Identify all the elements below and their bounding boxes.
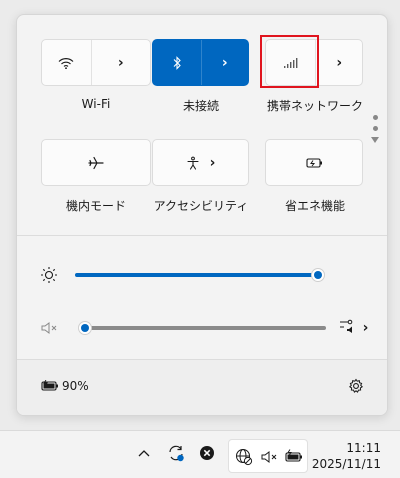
clock-date: 2025/11/11 — [311, 457, 381, 471]
wifi-expand-button[interactable]: › — [92, 40, 150, 85]
wifi-toggle[interactable] — [42, 40, 91, 85]
taskbar: 11:11 2025/11/11 — [0, 430, 400, 478]
footer-divider — [17, 359, 387, 360]
bluetooth-toggle[interactable] — [153, 40, 201, 85]
chevron-right-icon: › — [209, 154, 216, 171]
gear-icon[interactable] — [347, 377, 365, 395]
quick-settings-panel: › Wi-Fi › 未接続 › 携帯ネットワーク 機内モード › アクセシビリテ… — [16, 14, 388, 416]
page-dot-icon — [372, 126, 378, 131]
sync-icon[interactable] — [166, 443, 186, 463]
wifi-icon — [58, 57, 74, 69]
battery-saver-label: 省エネ機能 — [284, 199, 345, 213]
network-icon — [234, 447, 254, 467]
chevron-right-icon: › — [221, 54, 228, 71]
battery-charging-icon — [41, 380, 59, 392]
battery-charging-icon — [283, 448, 305, 464]
volume-slider-thumb[interactable] — [78, 321, 92, 335]
close-circle-icon[interactable] — [198, 444, 216, 462]
battery-saver-icon — [305, 157, 323, 169]
clock-time: 11:11 — [346, 441, 381, 455]
wifi-label: Wi-Fi — [81, 97, 111, 111]
accessibility-tile[interactable]: › — [152, 139, 249, 186]
cellular-highlight-box — [260, 35, 319, 88]
section-divider — [17, 235, 387, 236]
airplane-icon — [88, 156, 104, 170]
brightness-slider-thumb[interactable] — [311, 268, 325, 282]
airplane-mode-tile[interactable] — [41, 139, 151, 186]
system-tray-quick-settings-button[interactable] — [228, 439, 308, 473]
airplane-mode-label: 機内モード — [65, 199, 126, 213]
accessibility-icon — [186, 156, 200, 170]
chevron-right-icon: › — [336, 54, 343, 71]
brightness-slider[interactable] — [75, 273, 317, 277]
muted-speaker-icon — [259, 449, 279, 465]
battery-percent: 90% — [62, 379, 89, 393]
bluetooth-expand-button[interactable]: › — [201, 40, 248, 85]
taskbar-clock[interactable]: 11:11 2025/11/11 — [312, 440, 381, 472]
chevron-down-icon — [371, 137, 379, 143]
audio-output-icon — [338, 318, 360, 338]
chevron-up-icon[interactable] — [136, 445, 152, 461]
brightness-icon — [39, 265, 59, 285]
bluetooth-tile[interactable]: › — [152, 39, 249, 86]
battery-saver-tile[interactable] — [265, 139, 363, 186]
bluetooth-label: 未接続 — [182, 99, 219, 113]
muted-speaker-icon[interactable] — [39, 318, 59, 338]
audio-output-button[interactable]: › — [336, 319, 370, 337]
bluetooth-icon — [172, 55, 182, 70]
volume-slider[interactable] — [81, 326, 326, 330]
chevron-right-icon: › — [117, 54, 124, 71]
page-dot-icon — [372, 115, 378, 120]
wifi-tile[interactable]: › — [41, 39, 151, 86]
accessibility-label: アクセシビリティ — [153, 199, 249, 213]
quick-settings-footer: 90% — [17, 359, 387, 415]
cellular-expand-button[interactable]: › — [316, 40, 362, 85]
chevron-right-icon: › — [362, 320, 369, 336]
page-scroll-indicator[interactable] — [371, 115, 379, 143]
cellular-label: 携帯ネットワーク — [266, 99, 363, 113]
